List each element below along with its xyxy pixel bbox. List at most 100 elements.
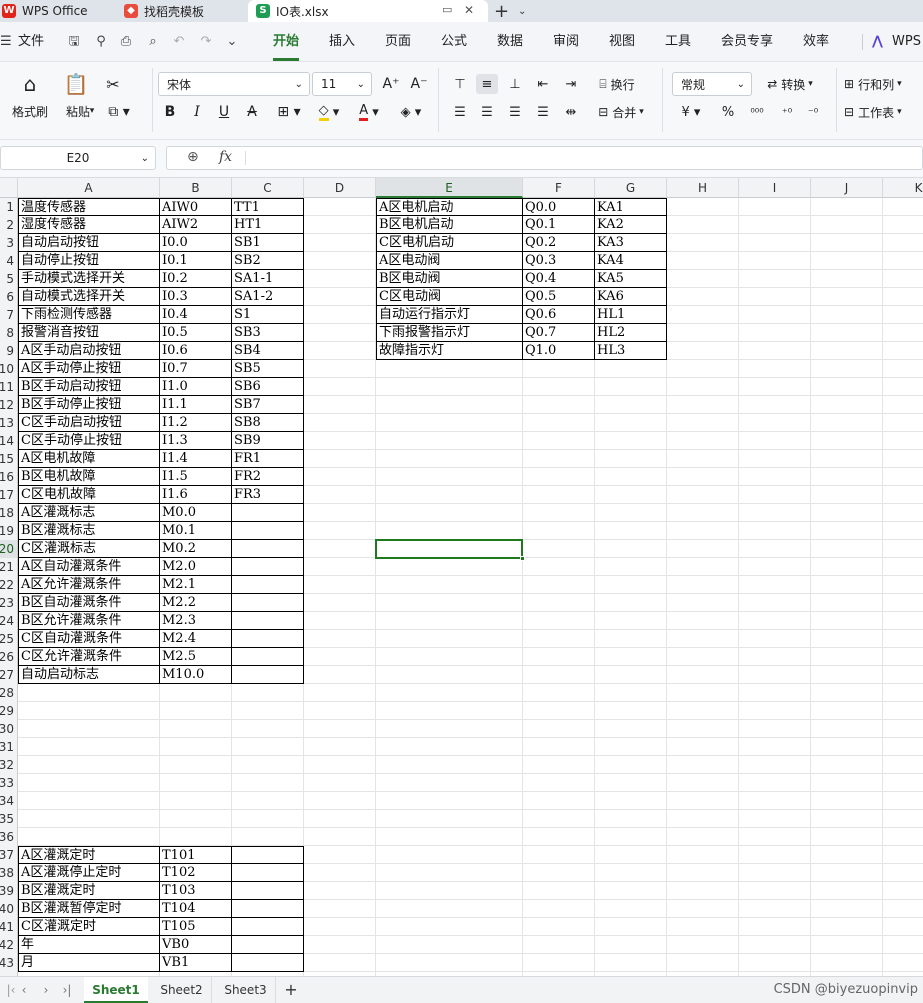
paste-icon[interactable]: 📋 (64, 72, 89, 96)
row-header-37[interactable]: 37 (0, 846, 17, 864)
io-input-cell[interactable]: TT1 (232, 198, 304, 216)
align-right-icon[interactable]: ☰ (505, 102, 525, 122)
tab-review[interactable]: 审阅 (553, 22, 579, 62)
justify-icon[interactable]: ☰ (533, 102, 553, 122)
timer-cell[interactable]: T104 (160, 900, 232, 918)
io-input-cell[interactable] (232, 594, 304, 612)
cell-grid[interactable]: 温度传感器 AIW0 TT1 湿度传感器 AIW2 HT1 自动启动按钮 I0.0 SB1 自动停… (18, 198, 923, 976)
undo-icon[interactable]: ↶ (171, 34, 187, 50)
timer-cell[interactable] (232, 864, 304, 882)
io-input-cell[interactable]: SB9 (232, 432, 304, 450)
row-header-40[interactable]: 40 (0, 900, 17, 918)
formula-input-box[interactable]: ⊕ fx (166, 146, 923, 170)
io-output-cell[interactable]: KA4 (595, 252, 667, 270)
io-input-cell[interactable]: B区电机故障 (18, 468, 160, 486)
redo-icon[interactable]: ↷ (198, 34, 214, 50)
row-header-30[interactable]: 30 (0, 720, 17, 738)
row-header-11[interactable]: 11 (0, 378, 17, 396)
currency-icon[interactable]: ¥ ▾ (676, 102, 706, 122)
tab-member[interactable]: 会员专享 (721, 22, 773, 62)
window-float-icon[interactable]: ▭ (442, 3, 452, 16)
row-header-24[interactable]: 24 (0, 612, 17, 630)
wps-ai-icon[interactable]: ⋀ (872, 22, 883, 62)
close-tab-icon[interactable]: ✕ (464, 3, 474, 17)
timer-cell[interactable]: C区灌溉定时 (18, 918, 160, 936)
io-output-cell[interactable]: C区电机启动 (376, 234, 523, 252)
wrap-text-button[interactable]: ⌸ 换行 (592, 74, 642, 94)
hamburger-menu-icon[interactable]: ☰ (0, 22, 12, 62)
first-sheet-icon[interactable]: |‹ (4, 977, 18, 1003)
function-icon[interactable]: fx (219, 149, 232, 165)
io-input-cell[interactable]: 自动模式选择开关 (18, 288, 160, 306)
row-header-27[interactable]: 27 (0, 666, 17, 684)
io-input-cell[interactable] (232, 504, 304, 522)
font-color-icon[interactable]: A ▾ (352, 102, 386, 122)
io-input-cell[interactable]: M2.2 (160, 594, 232, 612)
last-sheet-icon[interactable]: ›| (60, 977, 74, 1003)
io-input-cell[interactable]: I0.3 (160, 288, 232, 306)
row-header-31[interactable]: 31 (0, 738, 17, 756)
io-input-cell[interactable]: 湿度传感器 (18, 216, 160, 234)
timer-cell[interactable]: A区灌溉停止定时 (18, 864, 160, 882)
tab-home[interactable]: 开始 (273, 22, 299, 62)
io-input-cell[interactable]: I0.1 (160, 252, 232, 270)
io-input-cell[interactable]: FR2 (232, 468, 304, 486)
number-format-select[interactable]: 常规 ⌄ (672, 72, 752, 96)
io-input-cell[interactable]: A区手动启动按钮 (18, 342, 160, 360)
row-header-33[interactable]: 33 (0, 774, 17, 792)
new-tab-icon[interactable]: + (494, 0, 512, 22)
column-header-i[interactable]: I (739, 178, 811, 198)
tab-page[interactable]: 页面 (385, 22, 411, 62)
font-name-select[interactable]: 宋体 ⌄ (158, 72, 310, 96)
io-input-cell[interactable]: I1.5 (160, 468, 232, 486)
io-output-cell[interactable]: B区电机启动 (376, 216, 523, 234)
io-output-cell[interactable]: A区电机启动 (376, 198, 523, 216)
io-output-cell[interactable]: Q0.5 (523, 288, 595, 306)
io-input-cell[interactable]: SB4 (232, 342, 304, 360)
io-input-cell[interactable]: M0.1 (160, 522, 232, 540)
timer-cell[interactable]: 月 (18, 954, 160, 972)
column-header-h[interactable]: H (667, 178, 739, 198)
row-header-26[interactable]: 26 (0, 648, 17, 666)
io-input-cell[interactable]: B区手动启动按钮 (18, 378, 160, 396)
tab-data[interactable]: 数据 (497, 22, 523, 62)
column-header-k[interactable]: K (883, 178, 923, 198)
io-input-cell[interactable]: M0.0 (160, 504, 232, 522)
io-input-cell[interactable]: I1.2 (160, 414, 232, 432)
io-input-cell[interactable] (232, 612, 304, 630)
io-input-cell[interactable]: 报警消音按钮 (18, 324, 160, 342)
timer-cell[interactable] (232, 900, 304, 918)
io-input-cell[interactable]: I0.2 (160, 270, 232, 288)
column-header-e[interactable]: E (376, 178, 523, 198)
io-output-cell[interactable]: Q0.2 (523, 234, 595, 252)
convert-button[interactable]: ⇄ 转换 ▾ (760, 74, 820, 94)
row-header-2[interactable]: 2 (0, 216, 17, 234)
fill-color-icon[interactable]: ◇ ▾ (312, 102, 346, 122)
io-input-cell[interactable]: M2.3 (160, 612, 232, 630)
io-input-cell[interactable]: SB3 (232, 324, 304, 342)
quick-access-chevron-icon[interactable]: ⌄ (224, 34, 240, 50)
timer-cell[interactable]: B区灌溉暂停定时 (18, 900, 160, 918)
tab-formula[interactable]: 公式 (441, 22, 467, 62)
column-header-g[interactable]: G (595, 178, 667, 198)
sheet-tab-sheet3[interactable]: Sheet3 (216, 977, 276, 1003)
row-header-6[interactable]: 6 (0, 288, 17, 306)
io-output-cell[interactable]: Q0.4 (523, 270, 595, 288)
io-input-cell[interactable]: I1.6 (160, 486, 232, 504)
io-input-cell[interactable] (232, 522, 304, 540)
row-header-7[interactable]: 7 (0, 306, 17, 324)
io-output-cell[interactable]: Q0.3 (523, 252, 595, 270)
timer-cell[interactable]: VB0 (160, 936, 232, 954)
io-input-cell[interactable]: S1 (232, 306, 304, 324)
io-input-cell[interactable]: M2.0 (160, 558, 232, 576)
io-output-cell[interactable]: Q1.0 (523, 342, 595, 360)
row-header-23[interactable]: 23 (0, 594, 17, 612)
increase-decimal-icon[interactable]: ⁺⁰ (776, 102, 798, 122)
io-input-cell[interactable]: I1.1 (160, 396, 232, 414)
io-input-cell[interactable]: I1.4 (160, 450, 232, 468)
io-input-cell[interactable]: B区允许灌溉条件 (18, 612, 160, 630)
io-input-cell[interactable]: SB8 (232, 414, 304, 432)
row-header-14[interactable]: 14 (0, 432, 17, 450)
io-input-cell[interactable]: 自动启动标志 (18, 666, 160, 684)
copy-icon[interactable]: ⧉ ▾ (104, 102, 134, 122)
